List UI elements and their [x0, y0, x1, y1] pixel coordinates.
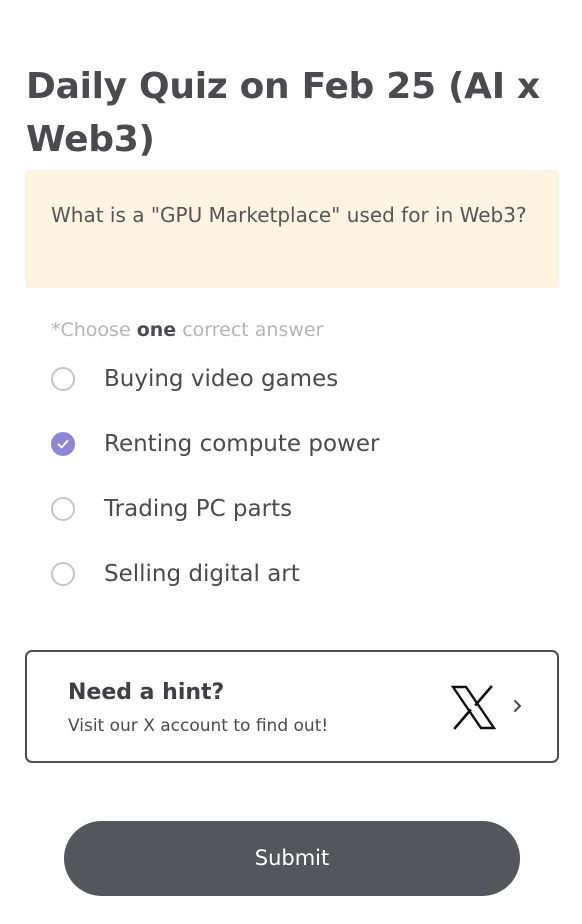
radio-checked-icon[interactable]: [51, 432, 75, 456]
instruction-suffix: correct answer: [176, 319, 324, 341]
hint-card[interactable]: Need a hint? Visit our X account to find…: [25, 650, 559, 763]
radio-unchecked-icon[interactable]: [51, 562, 75, 586]
question-box: What is a "GPU Marketplace" used for in …: [25, 170, 559, 288]
answer-option[interactable]: Renting compute power: [51, 424, 531, 464]
answer-option[interactable]: Selling digital art: [51, 554, 531, 594]
question-text: What is a "GPU Marketplace" used for in …: [51, 203, 527, 227]
hint-subtitle: Visit our X account to find out!: [68, 716, 329, 736]
page-title: Daily Quiz on Feb 25 (AI x Web3): [26, 66, 540, 161]
submit-button[interactable]: Submit: [64, 821, 520, 896]
radio-unchecked-icon[interactable]: [51, 367, 75, 391]
x-logo-icon: [450, 685, 497, 730]
chevron-right-icon: [514, 700, 521, 712]
hint-title: Need a hint?: [68, 680, 225, 705]
answer-option[interactable]: Trading PC parts: [51, 489, 531, 529]
option-label: Selling digital art: [104, 561, 300, 587]
option-label: Renting compute power: [104, 431, 380, 457]
option-label: Buying video games: [104, 366, 339, 392]
radio-unchecked-icon[interactable]: [51, 497, 75, 521]
answer-instruction: *Choose one correct answer: [51, 317, 323, 343]
instruction-emphasis: one: [136, 319, 177, 341]
answer-option[interactable]: Buying video games: [51, 359, 531, 399]
instruction-prefix: *Choose: [51, 319, 137, 341]
option-label: Trading PC parts: [104, 496, 293, 522]
